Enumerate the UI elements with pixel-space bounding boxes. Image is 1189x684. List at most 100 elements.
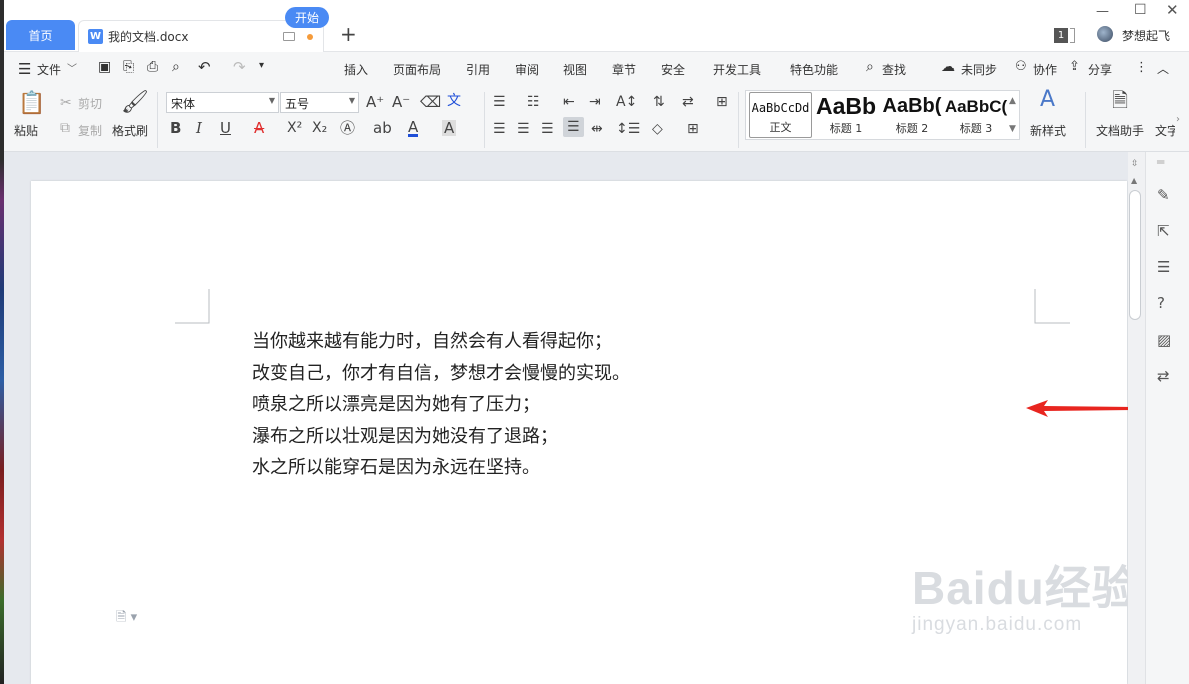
style-heading-2[interactable]: AaBb( 标题 2 [880, 92, 944, 138]
collapse-ribbon-icon[interactable]: ︿ [1157, 60, 1169, 77]
copy-icon[interactable]: ⧉ [60, 120, 70, 136]
cut-button[interactable]: 剪切 [78, 95, 102, 112]
more-icon[interactable]: ⋮ [1135, 60, 1148, 75]
menu-collaborate[interactable]: 协作 [1033, 61, 1057, 78]
menu-dev-tools[interactable]: 开发工具 [713, 61, 761, 78]
ribbon-scroll-right-icon[interactable]: › [1176, 112, 1180, 128]
menu-find[interactable]: 查找 [882, 61, 906, 78]
user-name[interactable]: 梦想起飞 [1122, 27, 1170, 44]
font-family-select[interactable]: 宋体 ▼ [166, 92, 279, 113]
new-style-icon[interactable]: A [1040, 89, 1055, 111]
menu-page-layout[interactable]: 页面布局 [393, 61, 441, 78]
char-shading-icon[interactable]: A [442, 120, 457, 136]
picture-icon[interactable]: ▨ [1157, 331, 1171, 349]
distribute-icon[interactable]: ⇹ [591, 121, 603, 137]
font-color-icon[interactable]: A [408, 120, 419, 137]
menu-chapter[interactable]: 章节 [612, 61, 636, 78]
sidebar-handle-icon[interactable]: ═ [1157, 155, 1164, 169]
style-normal[interactable]: AaBbCcDd 正文 [749, 92, 812, 138]
bullet-list-icon[interactable]: ☰ [493, 94, 506, 110]
menu-share[interactable]: 分享 [1088, 61, 1112, 78]
styles-scroll-up-icon[interactable]: ▲ [1009, 93, 1016, 109]
line-spacing-icon[interactable]: ↕☰ [616, 121, 640, 137]
subscript-icon[interactable]: X₂ [312, 120, 327, 136]
decrease-indent-icon[interactable]: ⇤ [563, 94, 575, 110]
justify-icon[interactable]: ☰ [563, 117, 584, 137]
pinyin-guide-icon[interactable]: 文 [447, 93, 461, 109]
export-icon[interactable]: ⎘ [123, 59, 134, 75]
maximize-icon[interactable]: ☐ [1134, 2, 1147, 18]
minimize-icon[interactable]: — [1096, 4, 1109, 19]
paste-button[interactable]: 粘贴 [14, 122, 38, 139]
grow-font-icon[interactable]: A⁺ [366, 94, 384, 110]
menu-references[interactable]: 引用 [466, 61, 490, 78]
format-painter-button[interactable]: 格式刷 [112, 122, 148, 139]
line-spacing-options-icon[interactable]: ⇄ [682, 94, 694, 110]
shrink-font-icon[interactable]: A⁻ [392, 94, 410, 110]
print-icon[interactable]: ⎙ [147, 59, 158, 75]
close-icon[interactable]: ✕ [1166, 1, 1179, 19]
italic-icon[interactable]: I [196, 120, 202, 136]
share-icon[interactable]: ⇪ [1069, 59, 1080, 74]
cloud-sync-icon[interactable]: ☁ [941, 59, 955, 75]
avatar[interactable] [1097, 26, 1113, 42]
text-tool-button[interactable]: 文字 [1155, 122, 1175, 139]
monitor-icon[interactable] [283, 32, 295, 41]
document-body[interactable]: 当你越来越有能力时，自然会有人看得起你； 改变自己，你才有自信，梦想才会慢慢的实… [252, 326, 630, 484]
adjust-icon[interactable]: ☰ [1157, 258, 1170, 276]
format-painter-icon[interactable]: 🖌 [121, 92, 149, 114]
clear-format-icon[interactable]: ⌫ [420, 94, 441, 110]
superscript-icon[interactable]: X² [287, 120, 302, 136]
menu-home-active[interactable]: 开始 [285, 7, 329, 28]
underline-icon[interactable]: U [220, 120, 231, 136]
scroll-split-icon[interactable]: ⇳ [1131, 156, 1139, 172]
menu-view[interactable]: 视图 [563, 61, 587, 78]
save-icon[interactable]: ▣ [98, 59, 111, 75]
scroll-up-icon[interactable]: ▲ [1131, 173, 1137, 189]
window-count-badge[interactable]: 1 [1054, 28, 1068, 43]
menu-insert[interactable]: 插入 [344, 61, 368, 78]
copy-button[interactable]: 复制 [78, 122, 102, 139]
font-size-select[interactable]: 五号 ▼ [280, 92, 359, 113]
menu-review[interactable]: 审阅 [515, 61, 539, 78]
numbered-list-icon[interactable]: ☷ [527, 94, 540, 110]
translate-icon[interactable]: ⇄ [1157, 367, 1170, 385]
hamburger-icon[interactable]: ☰ [18, 60, 31, 78]
cut-icon[interactable]: ✂ [60, 95, 72, 111]
menu-security[interactable]: 安全 [661, 61, 685, 78]
chevron-down-icon[interactable]: ﹀ [67, 60, 77, 75]
pen-icon[interactable]: ✎ [1157, 186, 1170, 204]
search-icon[interactable]: ⌕ [866, 59, 874, 75]
style-heading-3[interactable]: AaBbC( 标题 3 [944, 92, 1008, 138]
select-cursor-icon[interactable]: ⇱ [1157, 222, 1170, 240]
highlight-icon[interactable]: ab [373, 120, 392, 136]
help-icon[interactable]: ? [1157, 294, 1165, 312]
collaborate-icon[interactable]: ⚇ [1015, 59, 1027, 74]
shading-icon[interactable]: ◇ [652, 121, 663, 137]
borders-icon[interactable]: ⊞ [687, 121, 699, 137]
styles-more-icon[interactable]: ▼ [1009, 121, 1016, 137]
show-marks-icon[interactable]: ⊞ [716, 94, 728, 110]
paste-icon[interactable]: 📋 [18, 93, 45, 115]
align-left-icon[interactable]: ☰ [493, 121, 506, 137]
text-effect-icon[interactable]: Ⓐ [340, 120, 355, 136]
menu-unsynced[interactable]: 未同步 [961, 61, 997, 78]
doc-helper-icon[interactable]: 🗎 [1112, 90, 1128, 110]
align-right-icon[interactable]: ☰ [541, 121, 554, 137]
sort-icon[interactable]: ⇅ [653, 94, 665, 110]
increase-indent-icon[interactable]: ⇥ [589, 94, 601, 110]
bold-icon[interactable]: B [170, 120, 181, 136]
menu-file[interactable]: 文件 [37, 61, 61, 78]
style-heading-1[interactable]: AaBb 标题 1 [814, 92, 878, 138]
align-center-icon[interactable]: ☰ [517, 121, 530, 137]
quick-access-dropdown-icon[interactable]: ▾ [259, 60, 264, 71]
undo-icon[interactable]: ↶ [198, 58, 211, 76]
new-tab-button[interactable]: + [340, 24, 357, 44]
page-doc-icon[interactable]: 🗎 ▾ [116, 608, 137, 630]
doc-helper-button[interactable]: 文档助手 [1096, 122, 1144, 139]
tab-home[interactable]: 首页 [6, 20, 75, 50]
new-style-button[interactable]: 新样式 [1030, 122, 1066, 139]
menu-special-features[interactable]: 特色功能 [790, 61, 838, 78]
strikethrough-icon[interactable]: A [254, 120, 264, 136]
text-direction-icon[interactable]: A↕ [616, 94, 637, 110]
